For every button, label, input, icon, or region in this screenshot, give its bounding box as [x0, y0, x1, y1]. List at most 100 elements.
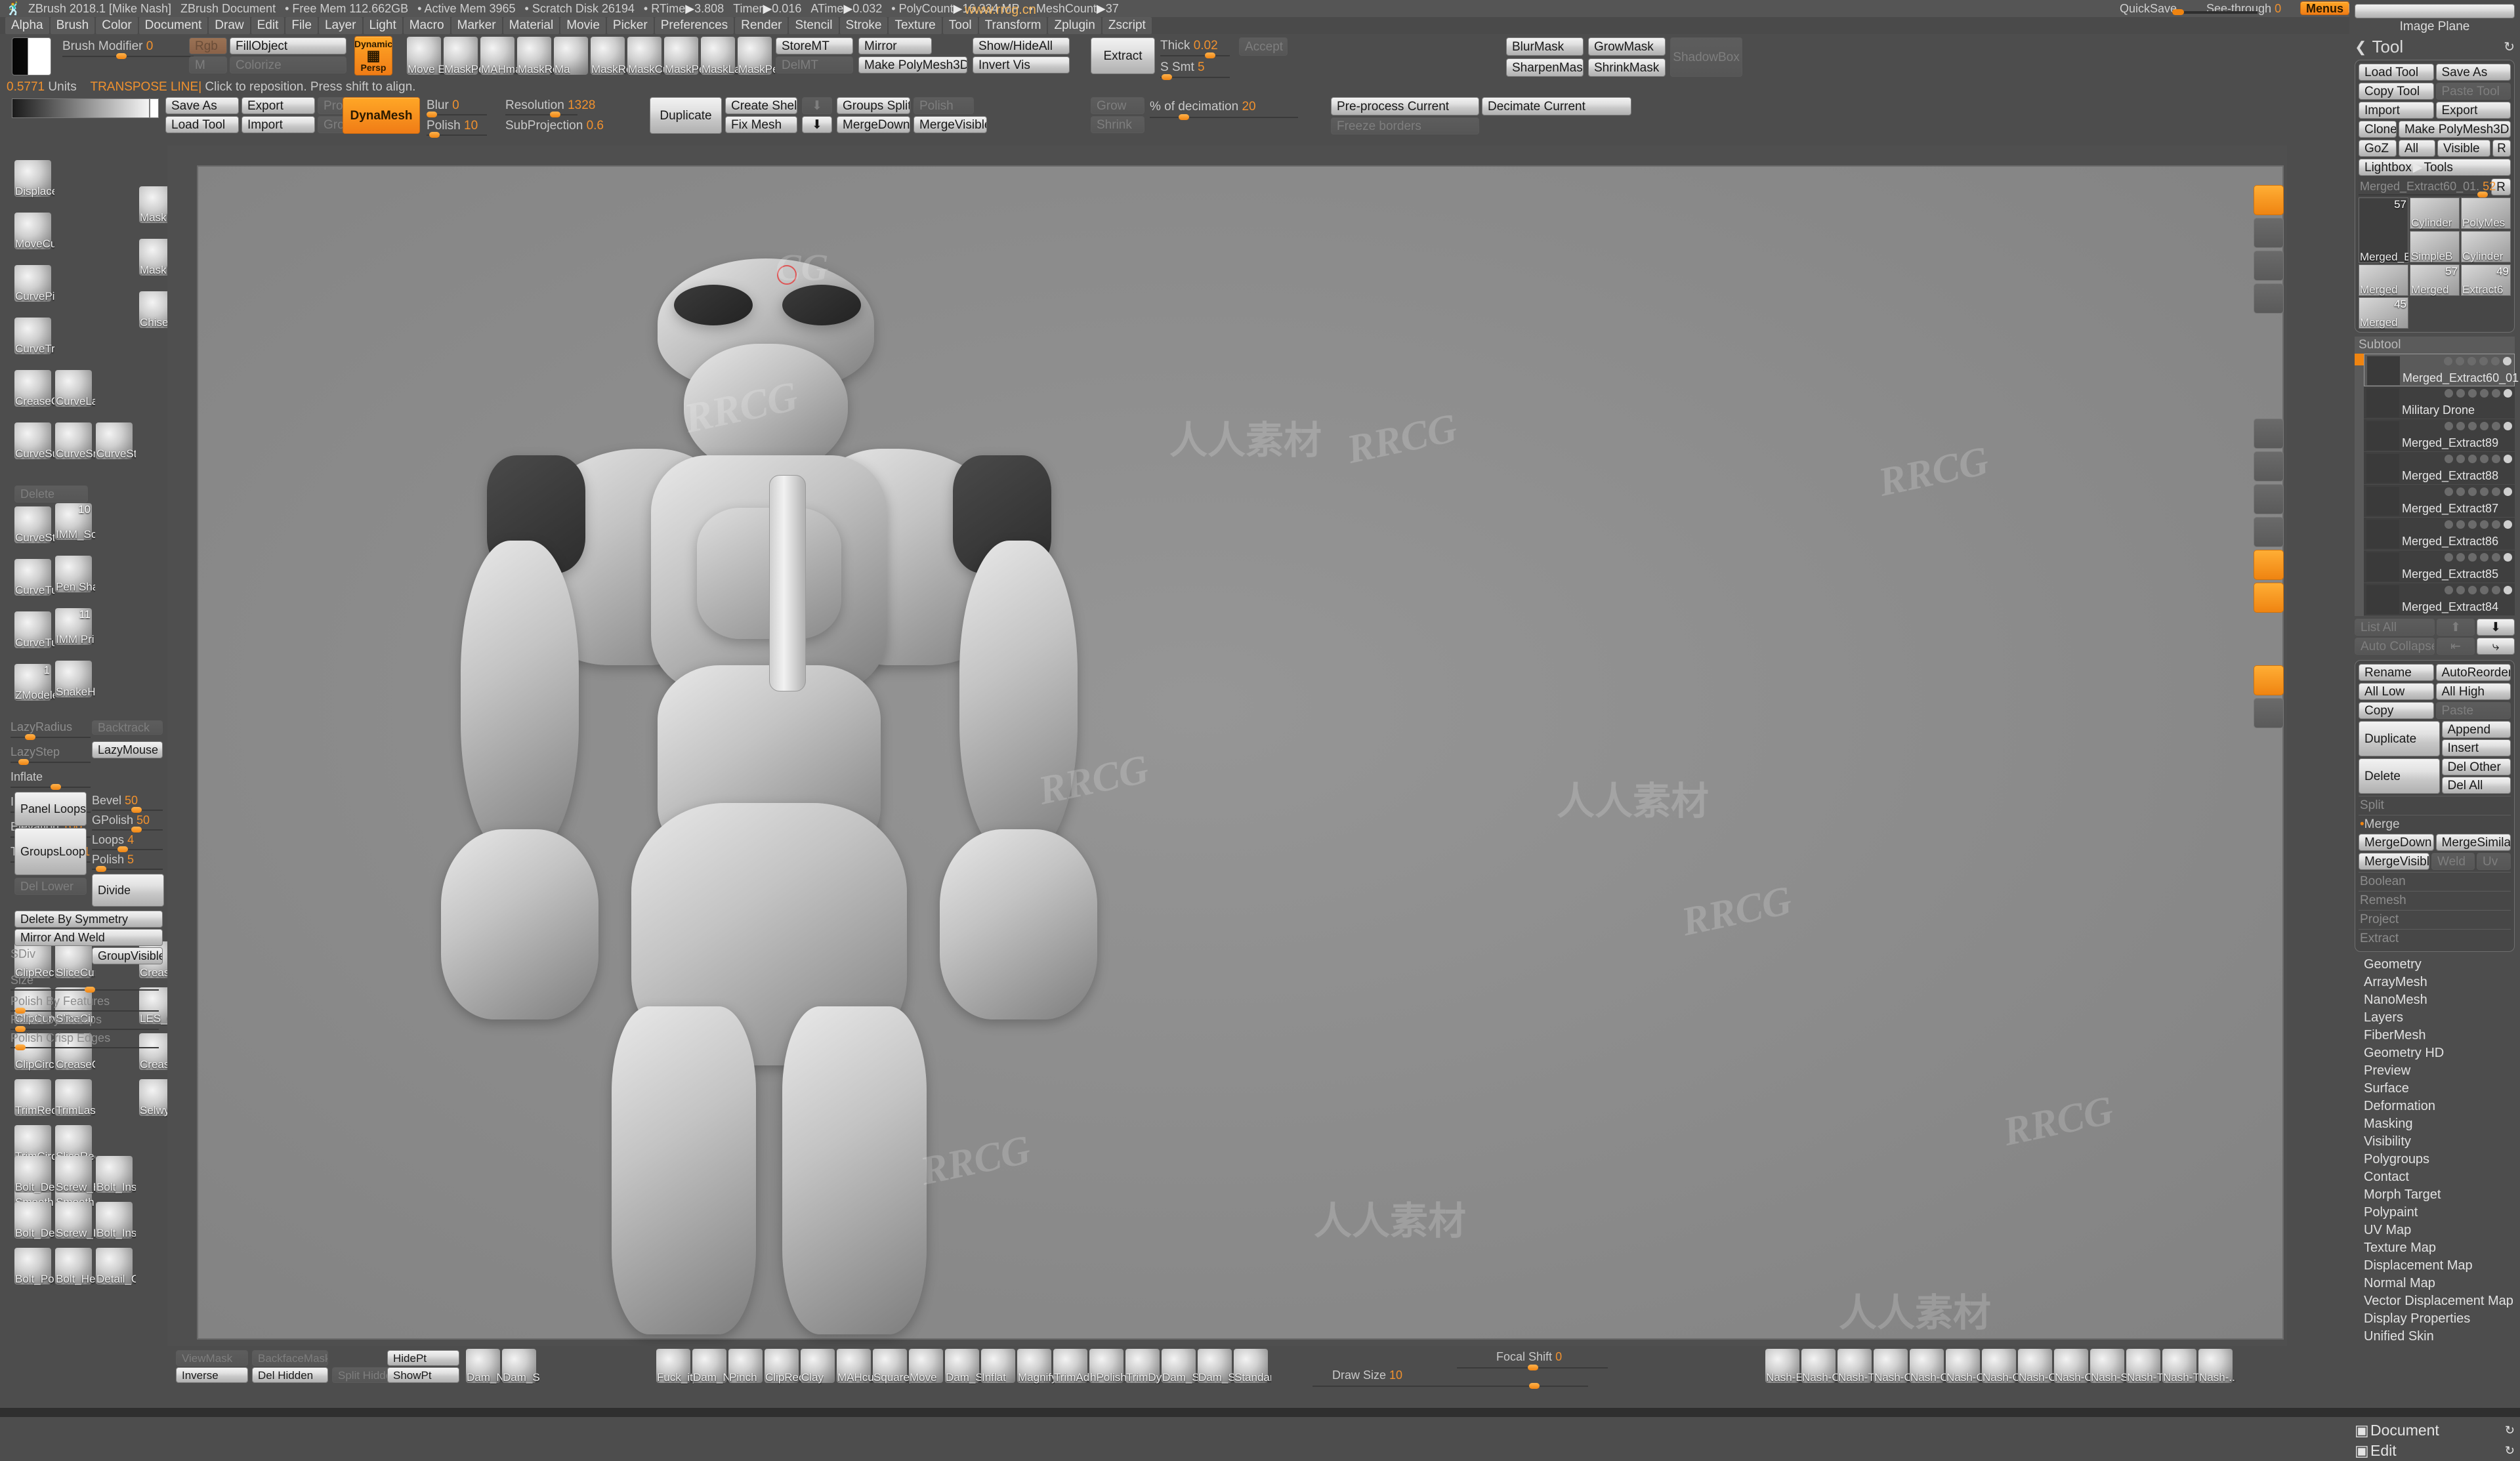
- menu-item-edit[interactable]: Edit: [251, 17, 285, 34]
- gradient-swatch[interactable]: [12, 98, 150, 118]
- grow-button[interactable]: Grow: [1091, 97, 1144, 114]
- nash-brush-9[interactable]: Nash-Si: [2090, 1349, 2128, 1384]
- tool-thumb-1[interactable]: Cylinder: [2410, 197, 2460, 229]
- merge-section[interactable]: •Merge: [2359, 815, 2511, 834]
- bottom-brush-5[interactable]: MAHcut: [837, 1349, 874, 1384]
- draw-size-knob[interactable]: [1529, 1383, 1540, 1389]
- autoreorder-button[interactable]: AutoReorder: [2435, 664, 2511, 681]
- subtool-toggles[interactable]: [2445, 389, 2512, 398]
- all-low-button[interactable]: All Low: [2359, 683, 2434, 700]
- subtool-row[interactable]: Merged_Extract60_01: [2364, 354, 2519, 386]
- mirror-button[interactable]: Mirror: [858, 37, 932, 54]
- rail-btn-frame[interactable]: [2254, 665, 2284, 695]
- eye-icon[interactable]: [2504, 553, 2512, 562]
- eye-icon[interactable]: [2504, 586, 2512, 594]
- bottom-brush-1[interactable]: Dam_Na: [692, 1349, 730, 1384]
- menu-item-stroke[interactable]: Stroke: [839, 17, 888, 34]
- accept-button[interactable]: Accept: [1239, 37, 1288, 56]
- half-moon-icon[interactable]: [2468, 357, 2476, 365]
- menu-item-document[interactable]: Document: [138, 17, 208, 34]
- backtrack-button[interactable]: Backtrack: [92, 720, 163, 735]
- subtool-row[interactable]: Merged_Extract86: [2364, 518, 2515, 550]
- pen-icon[interactable]: [2492, 455, 2500, 463]
- blurmask-button[interactable]: BlurMask: [1506, 37, 1584, 56]
- mergevisible-right-button[interactable]: MergeVisible: [2359, 853, 2429, 870]
- shelf-icon-7[interactable]: MaskPen: [664, 37, 702, 75]
- eye-icon[interactable]: [2504, 455, 2512, 463]
- tool-thumb-0[interactable]: 57 Merged_Extracte: [2359, 197, 2408, 263]
- contrast-icon[interactable]: [2480, 520, 2488, 529]
- polypaint-icon[interactable]: [2444, 357, 2452, 365]
- shelf-icon-5[interactable]: MaskRe: [591, 37, 628, 75]
- left-brush-bolt2-2[interactable]: Bolt_Hel: [55, 1248, 95, 1285]
- bottom-brush-12[interactable]: hPolish: [1089, 1349, 1127, 1384]
- sharpenmask-button[interactable]: SharpenMask: [1506, 58, 1584, 77]
- focal-shift-slider[interactable]: [1457, 1363, 1608, 1372]
- smooth-toggle-icon[interactable]: [2456, 553, 2465, 562]
- menu-item-zscript[interactable]: Zscript: [1102, 17, 1152, 34]
- subpalette-polygroups[interactable]: Polygroups: [2349, 1151, 2520, 1168]
- remesh-section[interactable]: Remesh: [2359, 891, 2511, 910]
- smooth-toggle-icon[interactable]: [2456, 422, 2465, 430]
- size-slider[interactable]: [10, 985, 159, 995]
- menus-button[interactable]: Menus: [2300, 1, 2350, 15]
- half-moon-icon[interactable]: [2468, 586, 2477, 594]
- half-moon-icon[interactable]: [2468, 422, 2477, 430]
- contrast-icon[interactable]: [2480, 422, 2488, 430]
- polypaint-icon[interactable]: [2445, 422, 2453, 430]
- bottom-brush-9[interactable]: Inflat: [981, 1349, 1015, 1384]
- polypaint-icon[interactable]: [2445, 586, 2453, 594]
- quicksave-button[interactable]: QuickSave: [2120, 2, 2177, 16]
- paste-tool-button[interactable]: Paste Tool: [2435, 83, 2511, 100]
- half-moon-icon[interactable]: [2468, 487, 2477, 496]
- create-shell-button[interactable]: Create Shell: [725, 97, 797, 114]
- rail-btn-aahalf[interactable]: [2254, 419, 2284, 449]
- left-brush-bolt2-0[interactable]: Screw_B: [55, 1156, 95, 1193]
- nash-brush-4[interactable]: Nash-Cu: [1910, 1349, 1947, 1384]
- dynamesh-button[interactable]: DynaMesh: [343, 97, 420, 134]
- subtool-row[interactable]: Military Drone: [2364, 386, 2515, 419]
- subtool-toggles[interactable]: [2445, 455, 2512, 463]
- left-brush-g2c1-2[interactable]: CurveTu: [14, 611, 54, 649]
- growmask-button[interactable]: GrowMask: [1588, 37, 1666, 56]
- left-brush-bolt1-0[interactable]: Bolt_Det: [14, 1156, 54, 1193]
- polish-shelf-button[interactable]: Polish: [914, 97, 974, 114]
- subpalette-deformation[interactable]: Deformation: [2349, 1098, 2520, 1115]
- left-brush-c3-0[interactable]: CurveSt: [96, 422, 136, 460]
- bottom-brush-4[interactable]: Clay: [801, 1349, 835, 1384]
- paste-button[interactable]: Paste: [2435, 702, 2511, 719]
- rail-btn-scroll[interactable]: [2254, 218, 2284, 248]
- rail-btn-zoom[interactable]: [2254, 251, 2284, 281]
- subtool-scroll-indicator[interactable]: [2355, 354, 2364, 616]
- shelf-icon-6[interactable]: MaskCu: [627, 37, 665, 75]
- nash-brush-8[interactable]: Nash-Cu: [2054, 1349, 2091, 1384]
- contrast-icon[interactable]: [2480, 487, 2488, 496]
- mergedown-right-button[interactable]: MergeDown: [2359, 834, 2434, 851]
- subpalette-normal-map[interactable]: Normal Map: [2349, 1275, 2520, 1292]
- left-brush-bolt2-1[interactable]: Screw_In: [55, 1202, 95, 1239]
- all-high-button[interactable]: All High: [2435, 683, 2511, 700]
- rail-btn-bpr[interactable]: [2254, 185, 2284, 215]
- hidept-button[interactable]: HidePt: [387, 1350, 459, 1366]
- groups-split-button[interactable]: Groups Split: [837, 97, 910, 114]
- list-all-button[interactable]: List All: [2355, 619, 2435, 636]
- goz-button[interactable]: GoZ: [2359, 140, 2397, 157]
- left-slider-0[interactable]: [10, 733, 91, 742]
- contrast-icon[interactable]: [2480, 553, 2488, 562]
- bottom-quick-brush-0[interactable]: Dam_Na: [466, 1349, 503, 1384]
- refresh-icon[interactable]: ↻: [2505, 1424, 2515, 1437]
- smooth-toggle-icon[interactable]: [2456, 357, 2464, 365]
- save-as-right-button[interactable]: Save As: [2435, 64, 2511, 81]
- left-brush-g2c2-0[interactable]: 10 IMM_Sc: [55, 503, 95, 541]
- bottom-quick-brush-1[interactable]: Dam_Sta: [502, 1349, 539, 1384]
- bottom-brush-14[interactable]: Dam_St: [1162, 1349, 1199, 1384]
- brush-modifier-knob[interactable]: [116, 53, 127, 59]
- subpalette-texture-map[interactable]: Texture Map: [2349, 1239, 2520, 1257]
- menu-item-material[interactable]: Material: [503, 17, 560, 34]
- decimate-current-button[interactable]: Decimate Current: [1482, 97, 1631, 115]
- export-button[interactable]: Export: [242, 97, 315, 114]
- panel-loops-button[interactable]: Panel Loops: [14, 792, 87, 826]
- contrast-icon[interactable]: [2480, 586, 2488, 594]
- tool-thumb-7[interactable]: 49 Extract6: [2461, 264, 2511, 296]
- contrast-icon[interactable]: [2480, 389, 2488, 398]
